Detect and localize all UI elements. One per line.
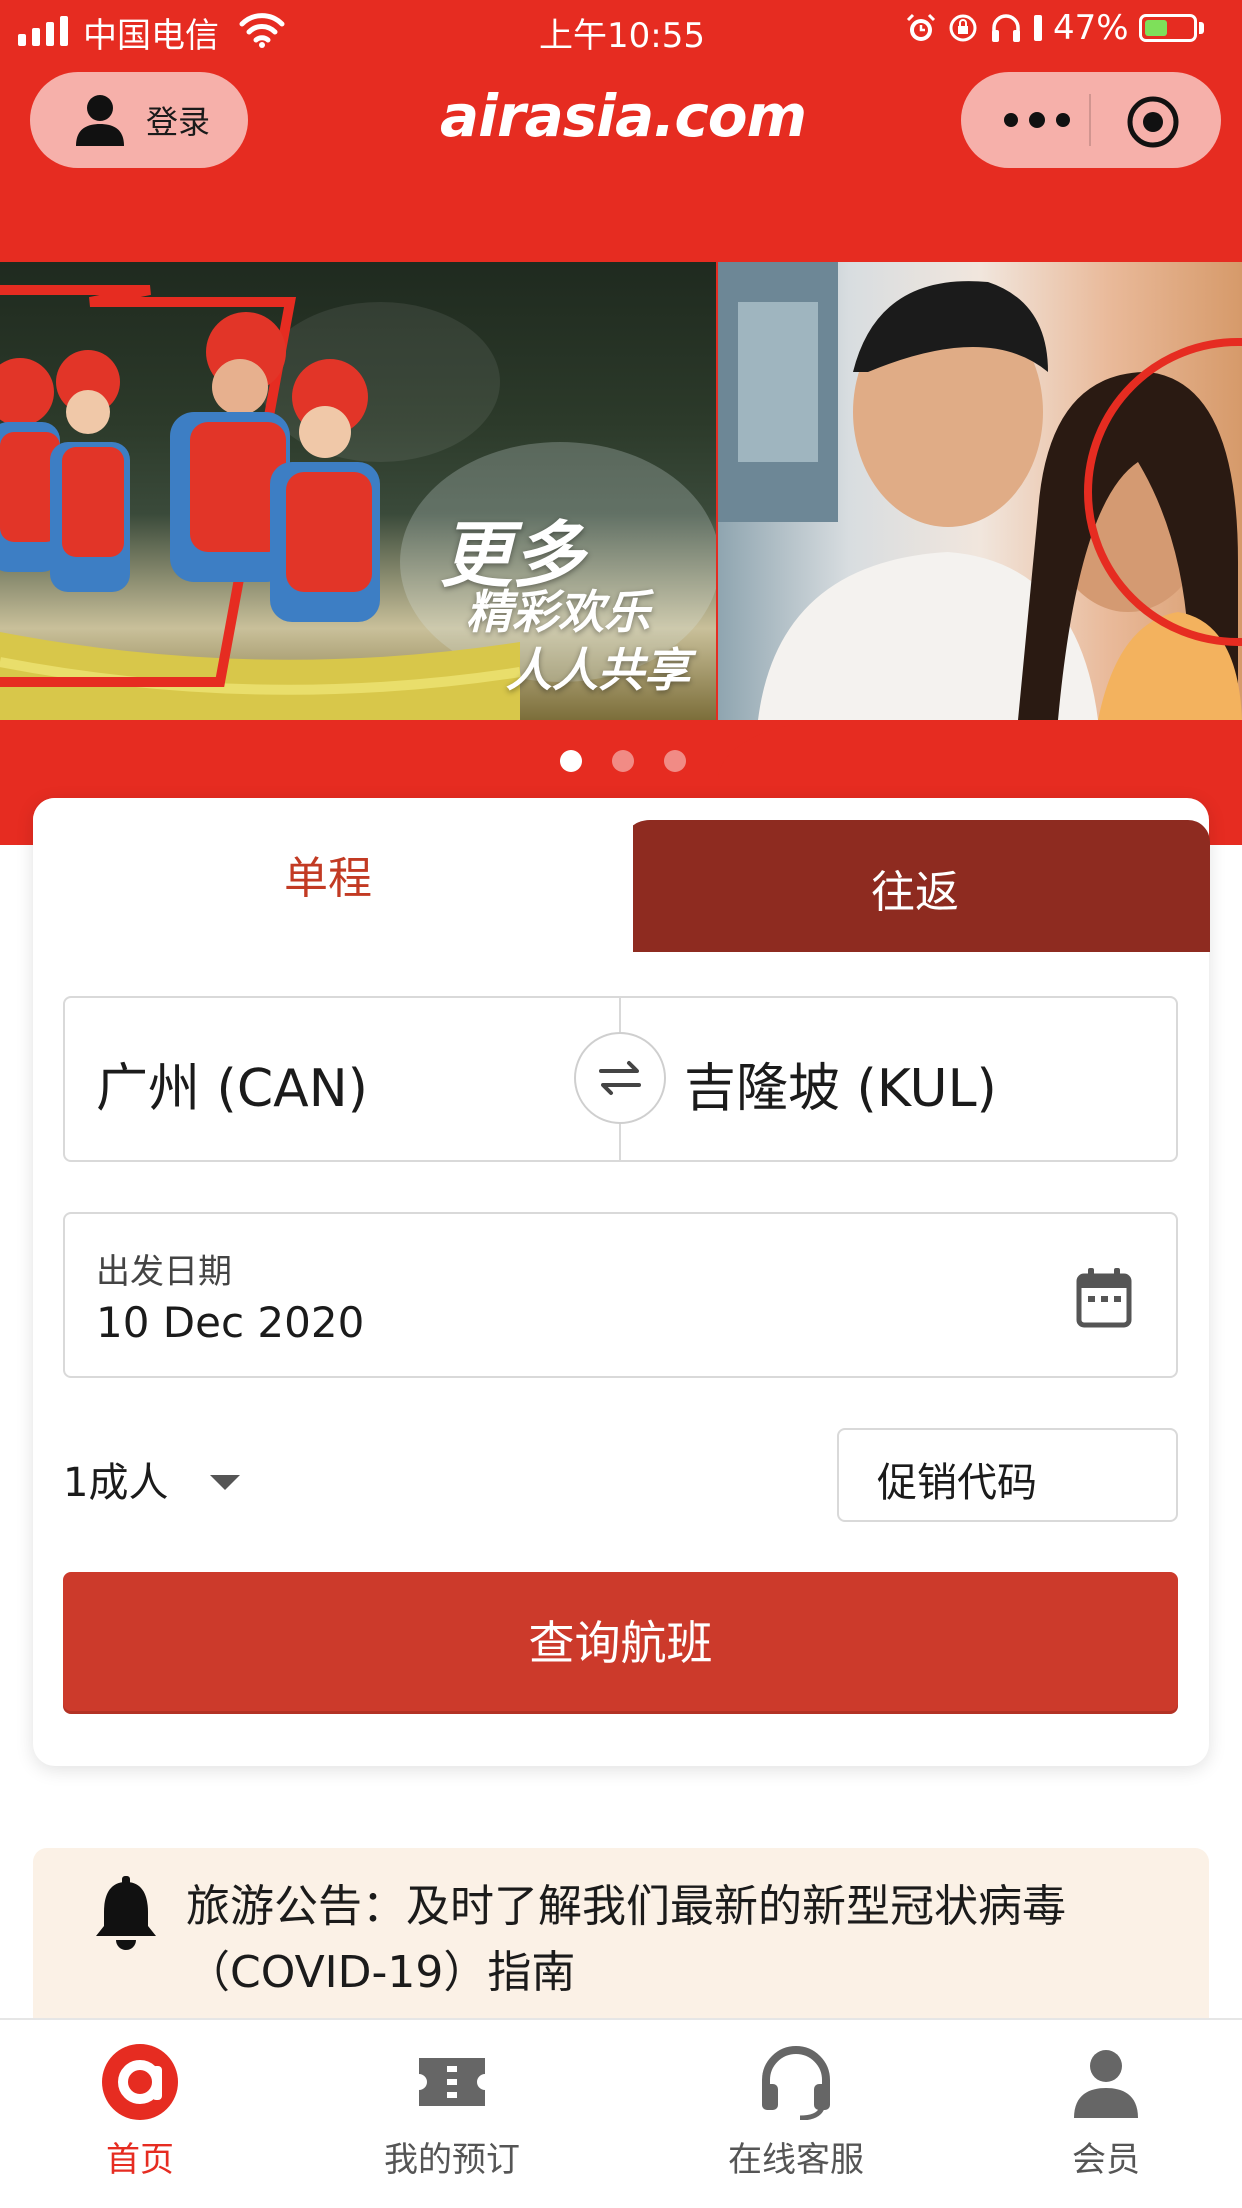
tab-my-bookings-label: 我的预订 bbox=[384, 2140, 520, 2180]
member-icon bbox=[1074, 2050, 1138, 2118]
advisory-text[interactable]: 旅游公告：及时了解我们最新的新型冠状病毒（COVID-19）指南 bbox=[186, 1874, 1166, 2006]
banner-subline-1: 精彩欢乐 bbox=[466, 585, 650, 639]
airasia-home-icon bbox=[102, 2044, 178, 2120]
wifi-icon bbox=[239, 13, 285, 48]
bell-icon bbox=[96, 1876, 156, 1950]
battery-tip bbox=[1198, 22, 1204, 34]
headphones-icon bbox=[992, 14, 1020, 42]
capsule-divider bbox=[1089, 94, 1091, 146]
bluetooth-battery-icon bbox=[1034, 15, 1042, 41]
banner-subline-2: 人人共享 bbox=[506, 643, 690, 697]
departure-date-value: 10 Dec 2020 bbox=[96, 1298, 365, 1347]
carousel-dots[interactable] bbox=[560, 750, 686, 772]
tab-one-way-label[interactable]: 单程 bbox=[33, 842, 623, 906]
passenger-selector[interactable]: 1成人 bbox=[63, 1450, 241, 1508]
tab-home[interactable]: 首页 bbox=[20, 2040, 260, 2181]
signal-icon bbox=[18, 16, 68, 46]
tab-round-trip-label[interactable]: 往返 bbox=[620, 856, 1210, 920]
alarm-icon bbox=[906, 13, 936, 41]
login-label: 登录 bbox=[146, 103, 211, 141]
battery-level-fill bbox=[1144, 20, 1167, 36]
battery-percent: 47% bbox=[1053, 8, 1129, 48]
search-flights-button[interactable]: 查询航班 bbox=[63, 1572, 1178, 1714]
status-right-cluster: 47% bbox=[905, 8, 1204, 48]
carousel-dot[interactable] bbox=[560, 750, 582, 772]
carousel-dot[interactable] bbox=[664, 750, 686, 772]
carrier-label: 中国电信 bbox=[83, 16, 219, 56]
destination-field[interactable]: 吉隆坡 (KUL) bbox=[684, 1046, 997, 1121]
departure-date-label: 出发日期 bbox=[96, 1252, 232, 1292]
user-icon bbox=[76, 95, 124, 146]
departure-date-field[interactable] bbox=[63, 1212, 1178, 1378]
couple-photo bbox=[718, 262, 1242, 720]
status-time: 上午10:55 bbox=[539, 16, 705, 56]
tab-member-label: 会员 bbox=[1072, 2140, 1140, 2180]
miniprogram-capsule bbox=[961, 72, 1221, 168]
swap-route-button[interactable] bbox=[574, 1032, 666, 1124]
carousel-dot[interactable] bbox=[612, 750, 634, 772]
banner-slide-next[interactable] bbox=[718, 262, 1242, 720]
origin-field[interactable]: 广州 (CAN) bbox=[96, 1046, 368, 1121]
tab-home-label: 首页 bbox=[106, 2140, 174, 2180]
calendar-icon[interactable] bbox=[1076, 1268, 1132, 1328]
swap-arrows-icon bbox=[599, 1061, 641, 1095]
target-icon[interactable] bbox=[1125, 94, 1181, 150]
tab-my-bookings[interactable]: 我的预订 bbox=[332, 2040, 572, 2181]
tab-customer-service-label: 在线客服 bbox=[728, 2140, 864, 2180]
rotation-lock-icon bbox=[949, 14, 977, 42]
login-button[interactable]: 登录 bbox=[30, 72, 248, 168]
passenger-count: 1成人 bbox=[63, 1460, 169, 1506]
tab-customer-service[interactable]: 在线客服 bbox=[676, 2040, 916, 2181]
more-dots-icon[interactable] bbox=[997, 102, 1077, 138]
dropdown-caret-icon bbox=[210, 1474, 241, 1490]
banner-slide-rafting[interactable]: 更多 精彩欢乐 人人共享 bbox=[0, 262, 716, 720]
battery-icon bbox=[1138, 14, 1197, 42]
headset-icon bbox=[762, 2046, 830, 2120]
ticket-icon bbox=[419, 2058, 485, 2106]
airasia-logo: airasia.com bbox=[440, 82, 807, 150]
status-bar: 中国电信 上午10:55 47% bbox=[0, 0, 1242, 60]
promo-code-input[interactable]: 促销代码 bbox=[837, 1428, 1178, 1522]
tab-member[interactable]: 会员 bbox=[986, 2040, 1226, 2181]
